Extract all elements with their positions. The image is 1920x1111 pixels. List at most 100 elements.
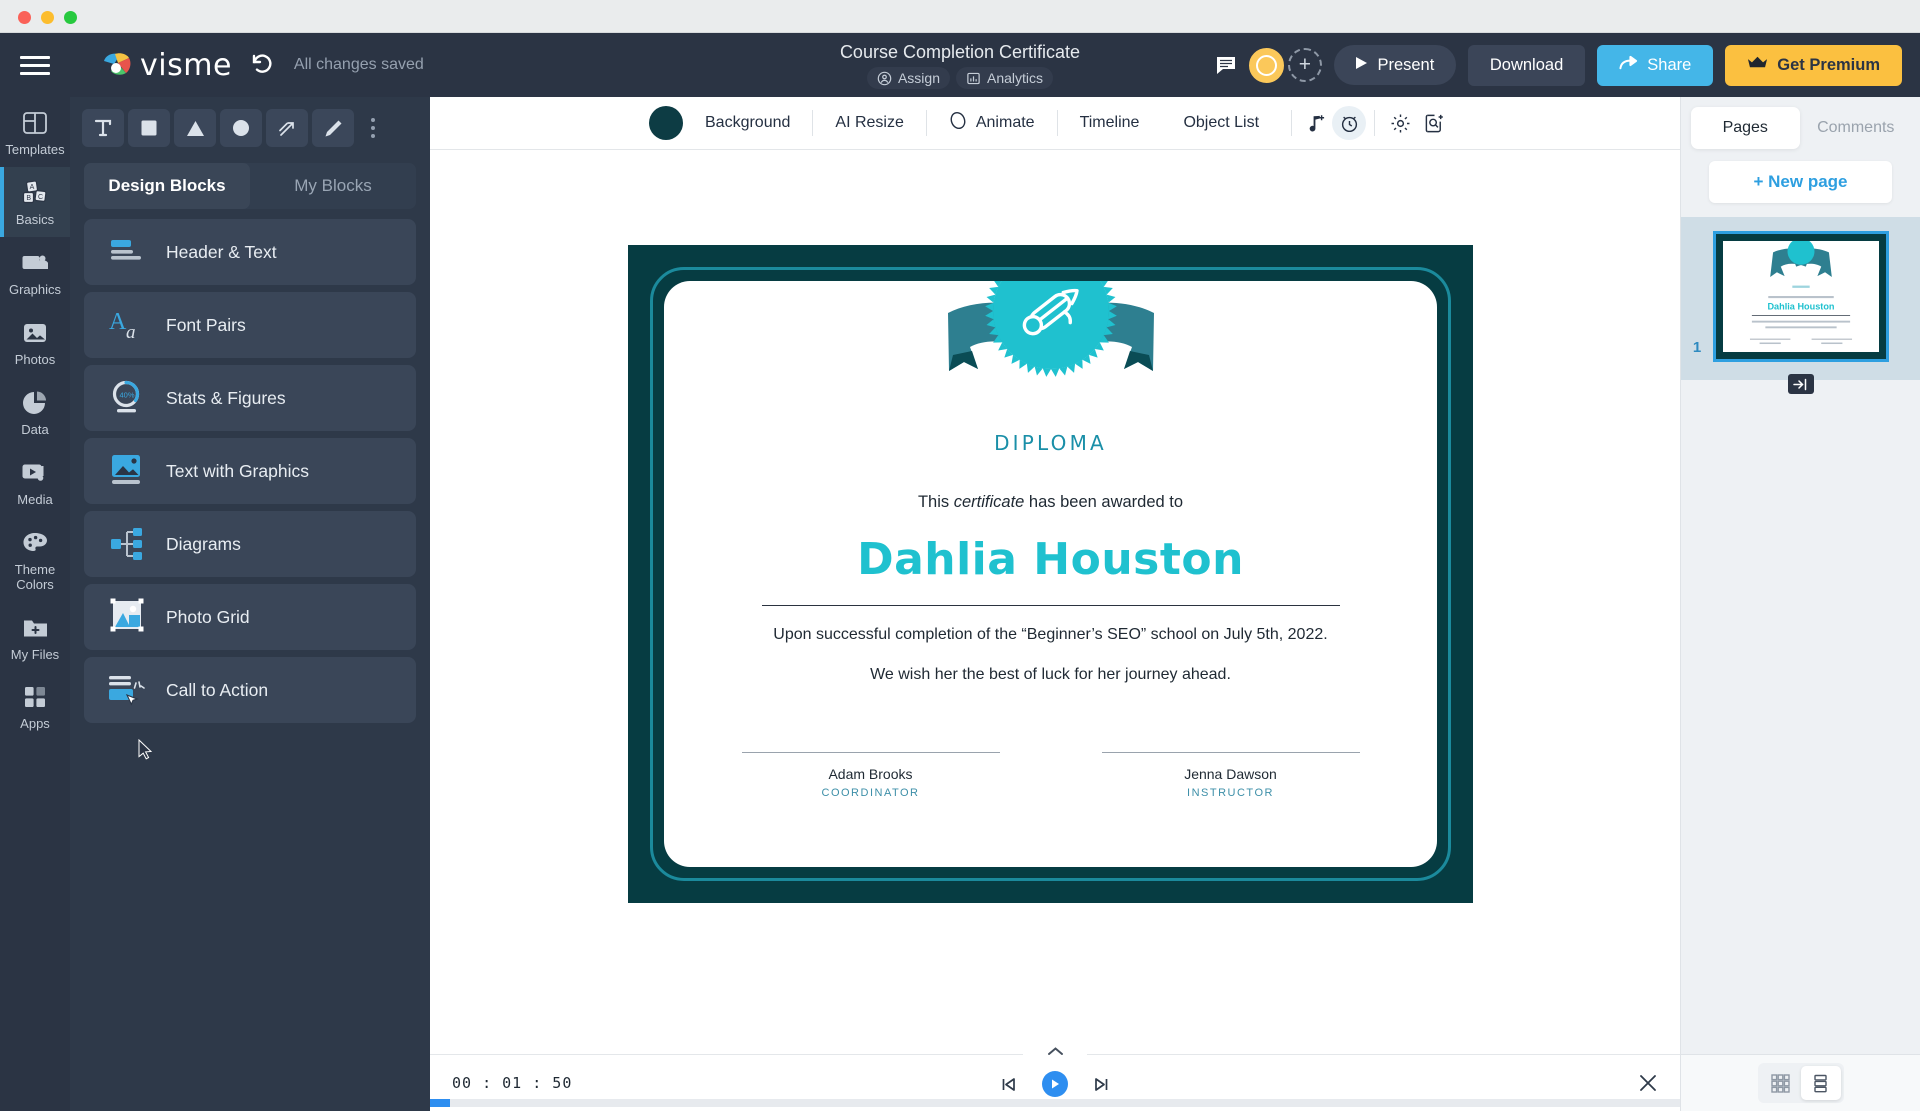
sidebar-label-photos: Photos	[14, 351, 56, 367]
sidebar-item-photos[interactable]: Photos	[0, 307, 70, 377]
sidebar-item-basics[interactable]: A B C Basics	[0, 166, 70, 237]
triangle-tool-button[interactable]	[174, 109, 216, 147]
comments-icon[interactable]	[1215, 54, 1237, 76]
rectangle-tool-button[interactable]	[128, 109, 170, 147]
block-item-stats-figures[interactable]: 40% Stats & Figures	[84, 365, 416, 431]
sidebar-item-templates[interactable]: Templates	[0, 97, 70, 167]
block-item-call-to-action[interactable]: Call to Action	[84, 657, 416, 723]
tab-design-blocks[interactable]: Design Blocks	[84, 163, 250, 209]
tab-my-blocks[interactable]: My Blocks	[250, 163, 416, 209]
avatar[interactable]	[1248, 47, 1284, 83]
present-button[interactable]: Present	[1333, 45, 1456, 85]
share-button[interactable]: Share	[1597, 44, 1714, 86]
sidebar-item-apps[interactable]: Apps	[0, 671, 70, 741]
block-list: Header & Text A a Font Pairs 40% Stats &…	[70, 209, 430, 723]
folder-plus-icon	[20, 613, 50, 643]
undo-arrow-icon[interactable]	[248, 51, 276, 79]
page-thumbnail-row[interactable]: 1 Dahlia Houston	[1681, 217, 1920, 394]
svg-text:A: A	[30, 184, 35, 191]
tab-pages[interactable]: Pages	[1691, 107, 1800, 149]
assign-button[interactable]: Assign	[866, 67, 950, 90]
certificate-body-line-2[interactable]: We wish her the best of luck for her jou…	[664, 666, 1437, 684]
new-page-button[interactable]: + New page	[1709, 161, 1892, 203]
certificate-heading[interactable]: DIPLOMA	[664, 431, 1437, 455]
analytics-chart-icon	[966, 71, 981, 86]
text-tool-button[interactable]	[82, 109, 124, 147]
skip-next-icon[interactable]	[1092, 1075, 1111, 1094]
avatar-ring	[1255, 54, 1277, 76]
signature-block[interactable]: Adam Brooks COORDINATOR	[741, 752, 1000, 799]
minimize-window-button[interactable]	[41, 11, 54, 24]
ai-resize-button[interactable]: AI Resize	[813, 108, 925, 138]
signature-role: COORDINATOR	[821, 787, 920, 799]
sidebar-item-theme-colors[interactable]: Theme Colors	[0, 517, 70, 602]
tab-comments[interactable]: Comments	[1802, 107, 1911, 149]
maximize-window-button[interactable]	[64, 11, 77, 24]
panel-tabs: Design Blocks My Blocks	[84, 163, 416, 209]
play-button[interactable]	[1042, 1071, 1068, 1097]
share-arrow-icon	[1619, 55, 1638, 76]
shape-tools-row	[70, 97, 430, 159]
certificate-awarded-line[interactable]: This certificate has been awarded to	[664, 493, 1437, 512]
certificate-artboard[interactable]: DIPLOMA This certificate has been awarde…	[628, 245, 1473, 903]
design-canvas[interactable]: DIPLOMA This certificate has been awarde…	[430, 150, 1680, 1111]
insert-page-icon[interactable]	[1787, 374, 1814, 394]
pages-panel-tabs: Pages Comments	[1681, 97, 1920, 149]
certificate-recipient-name[interactable]: Dahlia Houston	[664, 534, 1437, 585]
call-to-action-icon	[106, 669, 152, 711]
add-collaborator-button[interactable]: +	[1287, 48, 1322, 82]
certificate-body-line-1[interactable]: Upon successful completion of the “Begin…	[664, 626, 1437, 644]
page-thumbnail-preview: Dahlia Houston	[1723, 241, 1879, 352]
block-label: Header & Text	[166, 241, 277, 262]
photos-icon	[20, 318, 50, 348]
certificate-divider	[761, 605, 1340, 606]
close-icon[interactable]	[1638, 1072, 1658, 1099]
pen-tool-button[interactable]	[312, 109, 354, 147]
timeline-scrubber-track[interactable]	[430, 1099, 1680, 1107]
block-item-font-pairs[interactable]: A a Font Pairs	[84, 292, 416, 358]
grid-view-icon[interactable]	[1761, 1066, 1801, 1100]
list-view-icon[interactable]	[1800, 1066, 1841, 1100]
block-item-header-text[interactable]: Header & Text	[84, 219, 416, 285]
analytics-button[interactable]: Analytics	[956, 67, 1054, 90]
skip-previous-icon[interactable]	[999, 1075, 1018, 1094]
animate-button[interactable]: Animate	[927, 108, 1057, 138]
download-button[interactable]: Download	[1467, 44, 1586, 86]
new-page-wrap: + New page	[1681, 149, 1920, 217]
sidebar-item-my-files[interactable]: My Files	[0, 602, 70, 672]
awarded-prefix: This	[917, 493, 954, 511]
timeline-collapse-button[interactable]	[1023, 1035, 1087, 1057]
block-item-photo-grid[interactable]: Photo Grid	[84, 584, 416, 650]
background-button[interactable]: Background	[683, 108, 812, 138]
page-title[interactable]: Course Completion Certificate	[840, 41, 1080, 64]
get-premium-button[interactable]: Get Premium	[1725, 44, 1902, 86]
add-search-icon[interactable]	[1417, 106, 1451, 140]
block-item-text-with-graphics[interactable]: Text with Graphics	[84, 438, 416, 504]
close-window-button[interactable]	[18, 11, 31, 24]
sidebar-item-data[interactable]: Data	[0, 377, 70, 447]
circle-tool-button[interactable]	[220, 109, 262, 147]
sidebar-item-graphics[interactable]: Graphics	[0, 237, 70, 307]
timeline-transport-controls	[999, 1071, 1111, 1097]
gear-icon[interactable]	[1383, 106, 1417, 140]
share-label: Share	[1647, 55, 1692, 74]
animate-icon	[949, 111, 967, 135]
timeline-button[interactable]: Timeline	[1058, 108, 1162, 138]
sidebar-label-templates: Templates	[5, 142, 65, 157]
object-list-button[interactable]: Object List	[1161, 108, 1281, 138]
certificate-frame: DIPLOMA This certificate has been awarde…	[650, 267, 1451, 881]
signature-block[interactable]: Jenna Dawson INSTRUCTOR	[1101, 752, 1360, 799]
awarded-emphasis: certificate	[953, 493, 1025, 511]
assign-label: Assign	[897, 70, 940, 87]
background-color-swatch[interactable]	[649, 106, 683, 140]
line-tool-button[interactable]	[266, 109, 308, 147]
page-thumbnail[interactable]: Dahlia Houston	[1713, 231, 1889, 362]
play-icon	[1355, 56, 1368, 75]
add-audio-icon[interactable]	[1298, 106, 1332, 140]
alarm-timer-icon[interactable]	[1332, 106, 1367, 140]
block-item-diagrams[interactable]: Diagrams	[84, 511, 416, 577]
more-tools-button[interactable]	[360, 118, 386, 138]
sidebar-item-media[interactable]: Media	[0, 447, 70, 517]
brand-logo-area[interactable]: visme	[102, 48, 232, 83]
hamburger-menu-icon[interactable]	[20, 51, 50, 80]
